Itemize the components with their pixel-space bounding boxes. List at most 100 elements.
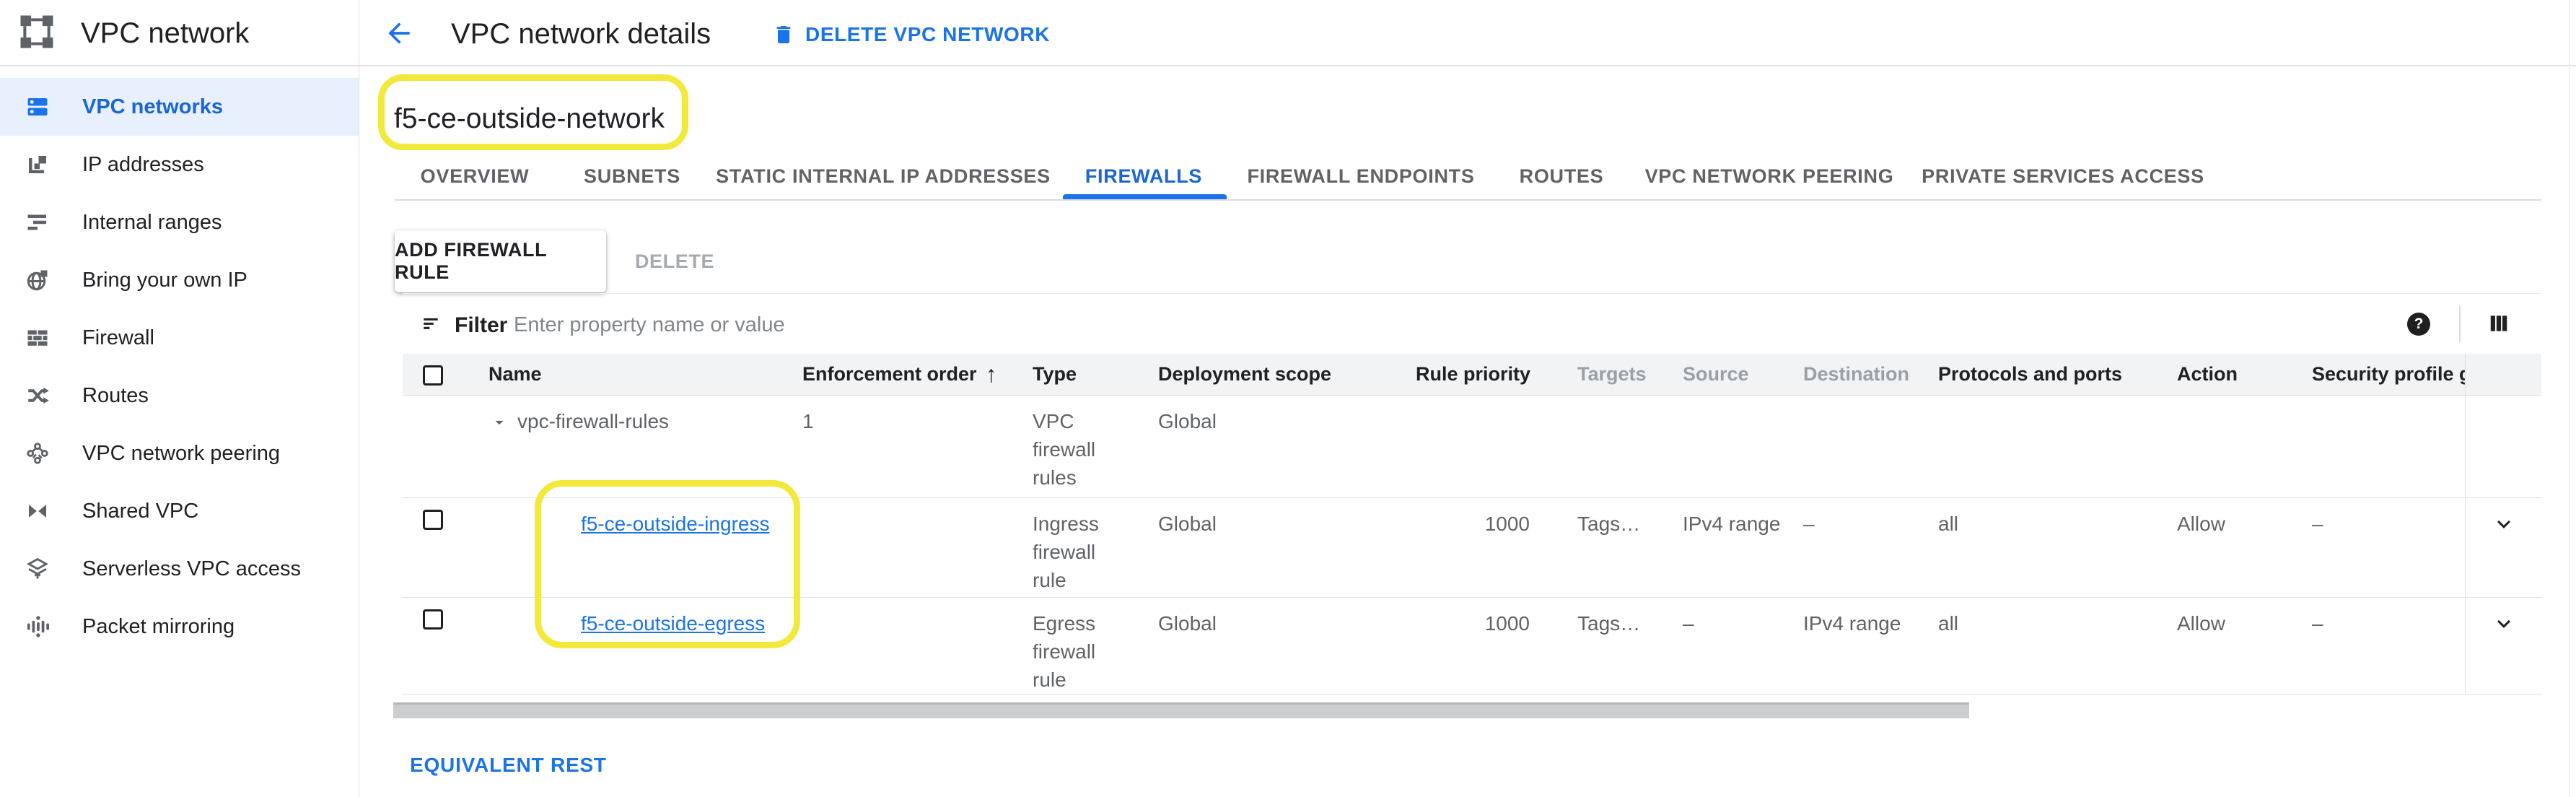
sidebar-item-label: IP addresses xyxy=(82,153,204,177)
add-firewall-rule-button[interactable]: ADD FIREWALL RULE xyxy=(395,230,606,292)
tab-vpc-network-peering[interactable]: VPC NETWORK PEERING xyxy=(1645,165,1894,188)
row-checkbox[interactable] xyxy=(423,510,443,530)
header-divider xyxy=(0,65,2576,66)
cell-rule-priority: 1000 xyxy=(1416,498,1540,597)
tab-subnets[interactable]: SUBNETS xyxy=(584,165,680,188)
tab-firewall-endpoints[interactable]: FIREWALL ENDPOINTS xyxy=(1247,165,1474,188)
cell-source: – xyxy=(1662,598,1783,694)
cell-select xyxy=(403,498,468,597)
cell-select xyxy=(403,598,468,694)
cell-security-profile-group xyxy=(2292,396,2465,497)
cell-expander[interactable] xyxy=(2465,598,2541,694)
firewall-rules-table: Name Enforcement order ↑ Type Deployment… xyxy=(403,354,2541,694)
cell-protocols-ports: all xyxy=(1918,498,2157,597)
column-header-deployment-scope[interactable]: Deployment scope xyxy=(1138,354,1416,395)
cell-expander-spacer xyxy=(2465,396,2541,497)
delete-rule-button[interactable]: DELETE xyxy=(635,230,714,292)
column-header-rule-priority[interactable]: Rule priority xyxy=(1416,354,1540,395)
cell-targets xyxy=(1540,396,1662,497)
tab-overview[interactable]: OVERVIEW xyxy=(421,165,530,188)
column-header-destination[interactable]: Destination xyxy=(1783,354,1918,395)
column-header-protocols-ports[interactable]: Protocols and ports xyxy=(1918,354,2157,395)
add-firewall-rule-label: ADD FIREWALL RULE xyxy=(395,239,606,284)
horizontal-scrollbar-thumb[interactable] xyxy=(393,702,1969,718)
delete-vpc-network-label: DELETE VPC NETWORK xyxy=(805,23,1050,46)
cell-type: VPC firewall rules xyxy=(1012,396,1138,497)
sidebar-item-label: Packet mirroring xyxy=(82,615,235,639)
sidebar-item-vpc-network-peering[interactable]: VPC network peering xyxy=(0,424,359,482)
firewall-rule-link-egress[interactable]: f5-ce-outside-egress xyxy=(581,612,765,635)
sort-ascending-icon: ↑ xyxy=(986,354,997,395)
cell-source xyxy=(1662,396,1783,497)
help-icon[interactable]: ? xyxy=(2407,313,2430,336)
header-cell-expander-spacer xyxy=(2465,354,2541,395)
vpc-network-logo-icon xyxy=(17,12,56,51)
help-glyph: ? xyxy=(2414,315,2424,333)
column-header-enforcement-order[interactable]: Enforcement order ↑ xyxy=(782,354,1012,395)
toolbar-top-border xyxy=(403,293,2541,294)
cell-type: Ingress firewall rule xyxy=(1012,498,1138,597)
firewall-brick-icon xyxy=(25,325,51,351)
cell-rule-name: f5-ce-outside-egress xyxy=(468,598,782,694)
back-button[interactable] xyxy=(383,17,415,49)
cell-expander[interactable] xyxy=(2465,498,2541,597)
cell-source: IPv4 range xyxy=(1662,498,1783,597)
cell-rule-name: f5-ce-outside-ingress xyxy=(468,498,782,597)
table-row-group-vpc-firewall-rules: vpc-firewall-rules 1 VPC firewall rules … xyxy=(403,396,2541,498)
sidebar-item-shared-vpc[interactable]: Shared VPC xyxy=(0,482,359,540)
collapse-triangle-icon[interactable] xyxy=(490,413,509,432)
sidebar-item-label: Shared VPC xyxy=(82,500,198,523)
select-all-checkbox[interactable] xyxy=(423,365,443,386)
group-name: vpc-firewall-rules xyxy=(517,407,669,435)
network-name: f5-ce-outside-network xyxy=(394,103,665,135)
sidebar-item-firewall[interactable]: Firewall xyxy=(0,309,359,367)
enforcement-order-label: Enforcement order xyxy=(802,354,977,395)
tab-firewalls[interactable]: FIREWALLS xyxy=(1085,165,1202,188)
routes-icon xyxy=(25,383,51,409)
tab-routes[interactable]: ROUTES xyxy=(1520,165,1604,188)
header-cell-select xyxy=(403,354,468,395)
column-header-targets[interactable]: Targets xyxy=(1540,354,1662,395)
vpc-network-details-page: VPC network VPC networks IP addresses xyxy=(0,0,2576,797)
tab-private-services-access[interactable]: PRIVATE SERVICES ACCESS xyxy=(1922,165,2204,188)
sidebar-item-vpc-networks[interactable]: VPC networks xyxy=(0,78,359,136)
filter-label: Filter xyxy=(455,313,507,338)
filter-input[interactable] xyxy=(514,309,1596,341)
sidebar-item-packet-mirroring[interactable]: Packet mirroring xyxy=(0,598,359,656)
column-header-name[interactable]: Name xyxy=(468,354,782,395)
cell-enforcement-order xyxy=(782,498,1012,597)
table-row-f5-ce-outside-egress: f5-ce-outside-egress Egress firewall rul… xyxy=(403,598,2541,694)
column-header-source[interactable]: Source xyxy=(1662,354,1783,395)
packet-mirroring-icon xyxy=(25,614,51,640)
page-title: VPC network details xyxy=(451,18,711,51)
internal-ranges-icon xyxy=(25,209,51,235)
cell-targets: Tags… xyxy=(1540,598,1662,694)
cell-destination: – xyxy=(1783,498,1918,597)
cell-security-profile-group: – xyxy=(2292,598,2465,694)
column-header-security-profile-group[interactable]: Security profile group xyxy=(2292,354,2465,395)
sidebar-item-label: Routes xyxy=(82,384,149,408)
cell-action: Allow xyxy=(2157,498,2292,597)
column-display-options-icon[interactable] xyxy=(2488,313,2510,334)
tab-static-internal-ip-addresses[interactable]: STATIC INTERNAL IP ADDRESSES xyxy=(716,165,1051,188)
row-checkbox[interactable] xyxy=(423,609,443,630)
equivalent-rest-link[interactable]: EQUIVALENT REST xyxy=(410,754,607,777)
cell-action: Allow xyxy=(2157,598,2292,694)
cell-type: Egress firewall rule xyxy=(1012,598,1138,694)
sidebar-item-bring-your-own-ip[interactable]: Bring your own IP xyxy=(0,251,359,309)
tabs-divider xyxy=(395,199,2541,201)
sidebar-item-ip-addresses[interactable]: IP addresses xyxy=(0,136,359,193)
cell-deployment-scope: Global xyxy=(1138,396,1416,497)
sidebar-item-internal-ranges[interactable]: Internal ranges xyxy=(0,193,359,251)
cell-rule-priority xyxy=(1416,396,1540,497)
cell-destination xyxy=(1783,396,1918,497)
cell-destination: IPv4 range xyxy=(1783,598,1918,694)
firewall-rule-link-ingress[interactable]: f5-ce-outside-ingress xyxy=(581,513,769,535)
column-header-action[interactable]: Action xyxy=(2157,354,2292,395)
column-header-type[interactable]: Type xyxy=(1012,354,1138,395)
sidebar-item-serverless-vpc-access[interactable]: Serverless VPC access xyxy=(0,540,359,598)
chevron-down-icon xyxy=(2491,511,2517,537)
shared-vpc-icon xyxy=(25,498,51,524)
sidebar-item-routes[interactable]: Routes xyxy=(0,367,359,424)
delete-vpc-network-button[interactable]: DELETE VPC NETWORK xyxy=(772,20,1050,49)
